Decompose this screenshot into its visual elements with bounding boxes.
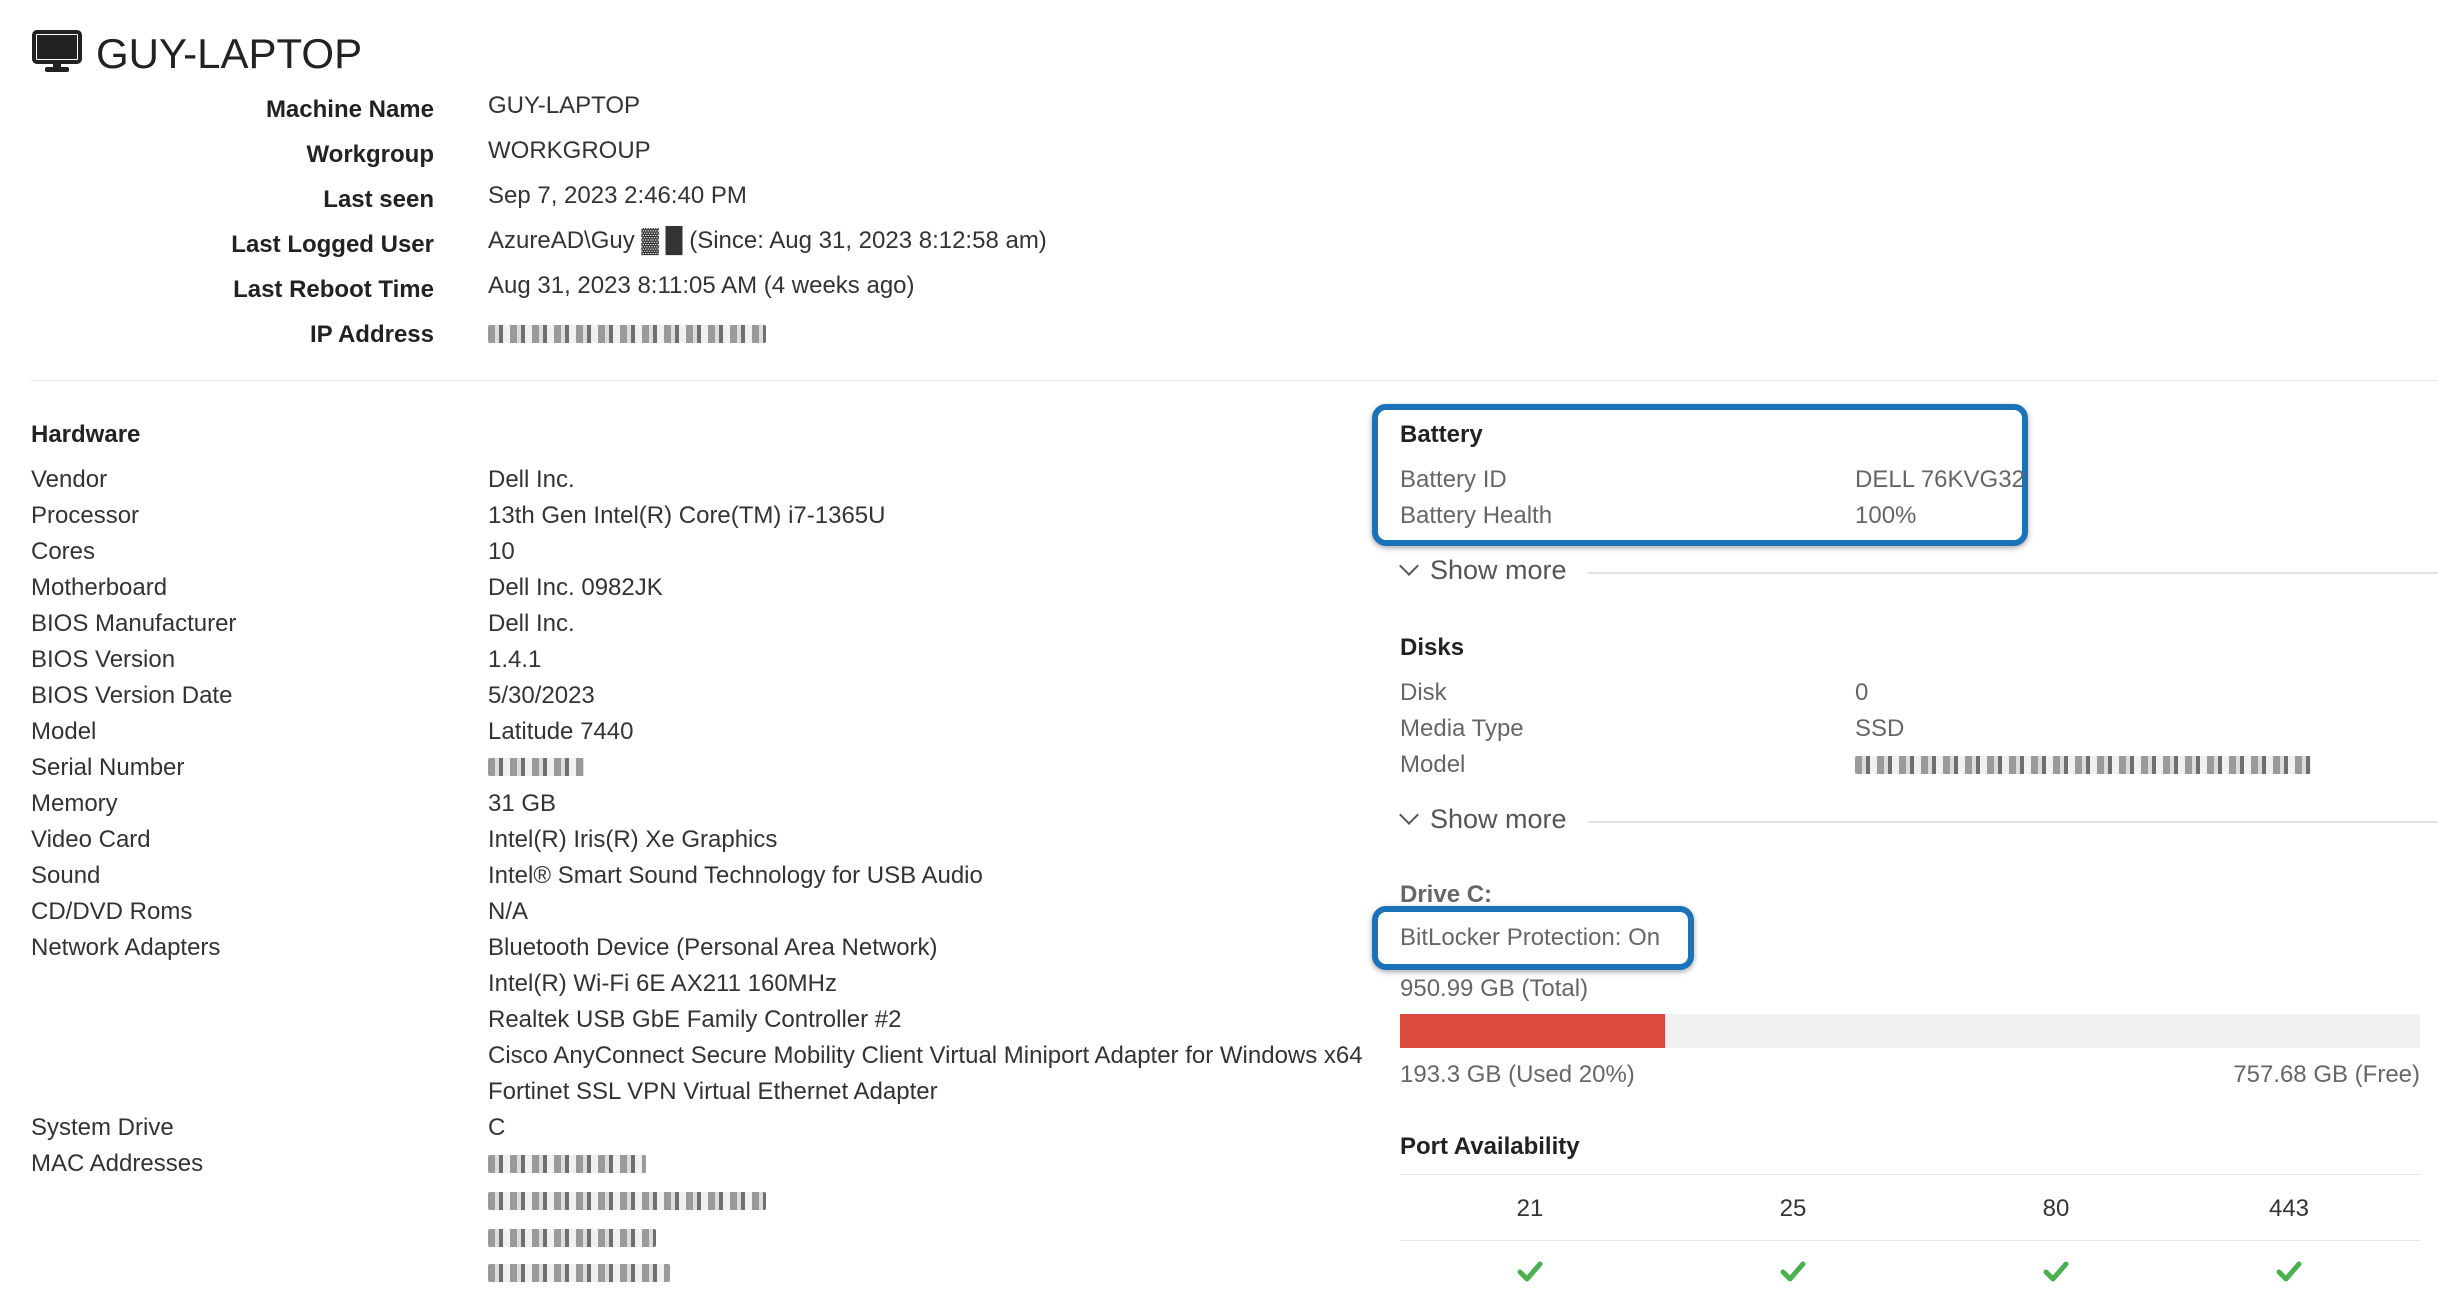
cd-dvd-label: CD/DVD Roms: [31, 898, 193, 925]
last-seen-value: Sep 7, 2023 2:46:40 PM: [488, 182, 747, 209]
processor-label: Processor: [31, 502, 140, 529]
port-25-label: 25: [1779, 1195, 1807, 1222]
sound-label: Sound: [31, 862, 101, 889]
port-availability-title: Port Availability: [1400, 1133, 1580, 1160]
monitor-icon: [32, 30, 82, 72]
check-icon: [1780, 1261, 1806, 1282]
mac-address-redacted: [488, 1264, 670, 1282]
bios-manufacturer-label: BIOS Manufacturer: [31, 610, 237, 637]
show-more-divider: [1588, 821, 2438, 823]
port-80-label: 80: [2042, 1195, 2070, 1222]
show-more-divider: [1588, 572, 2438, 574]
machine-name-value: GUY-LAPTOP: [488, 92, 641, 119]
last-logged-user-value: AzureAD\Guy ▓ █ (Since: Aug 31, 2023 8:1…: [488, 227, 1047, 254]
memory-value: 31 GB: [488, 790, 557, 817]
drive-title: Drive C:: [1400, 881, 1493, 908]
battery-health-value: 100%: [1855, 502, 1917, 529]
hardware-title: Hardware: [31, 421, 141, 448]
serial-number-label: Serial Number: [31, 754, 185, 781]
video-card-label: Video Card: [31, 826, 151, 853]
disk-model-redacted: [1855, 756, 2311, 774]
chevron-down-icon: [1399, 805, 1419, 825]
port-divider: [1400, 1240, 2420, 1241]
cores-label: Cores: [31, 538, 96, 565]
motherboard-label: Motherboard: [31, 574, 168, 601]
mac-address-redacted: [488, 1192, 766, 1210]
port-divider: [1400, 1174, 2420, 1175]
network-adapter-item: Cisco AnyConnect Secure Mobility Client …: [488, 1042, 1363, 1069]
model-label: Model: [31, 718, 97, 745]
battery-show-more-button[interactable]: Show more: [1396, 555, 1567, 586]
chevron-down-icon: [1399, 556, 1419, 576]
mac-address-redacted: [488, 1155, 646, 1173]
bios-version-label: BIOS Version: [31, 646, 176, 673]
last-logged-user-label: Last Logged User: [231, 231, 434, 258]
drive-free: 757.68 GB (Free): [2233, 1061, 2420, 1088]
disk-label: Disk: [1400, 679, 1447, 706]
processor-value: 13th Gen Intel(R) Core(TM) i7-1365U: [488, 502, 886, 529]
mac-addresses-label: MAC Addresses: [31, 1150, 204, 1177]
machine-name-label: Machine Name: [265, 96, 434, 123]
last-reboot-label: Last Reboot Time: [233, 276, 434, 303]
network-adapter-item: Intel(R) Wi-Fi 6E AX211 160MHz: [488, 970, 837, 997]
disk-model-label: Model: [1400, 751, 1466, 778]
last-reboot-value: Aug 31, 2023 8:11:05 AM (4 weeks ago): [488, 272, 915, 299]
memory-label: Memory: [31, 790, 118, 817]
ip-address-redacted: [488, 325, 766, 343]
network-adapter-item: Bluetooth Device (Personal Area Network): [488, 934, 938, 961]
drive-used: 193.3 GB (Used 20%): [1400, 1061, 1635, 1088]
bios-manufacturer-value: Dell Inc.: [488, 610, 575, 637]
battery-health-label: Battery Health: [1400, 502, 1553, 529]
port-21-label: 21: [1516, 1195, 1544, 1222]
media-type-value: SSD: [1855, 715, 1905, 742]
battery-id-label: Battery ID: [1400, 466, 1507, 493]
mac-address-redacted: [488, 1229, 656, 1247]
drive-total: 950.99 GB (Total): [1400, 975, 1589, 1002]
divider: [30, 380, 2438, 381]
disks-title: Disks: [1400, 634, 1465, 661]
system-drive-value: C: [488, 1114, 506, 1141]
cores-value: 10: [488, 538, 515, 565]
ip-address-label: IP Address: [309, 321, 434, 348]
video-card-value: Intel(R) Iris(R) Xe Graphics: [488, 826, 778, 853]
bios-version-date-value: 5/30/2023: [488, 682, 595, 709]
system-drive-label: System Drive: [31, 1114, 174, 1141]
network-adapter-item: Realtek USB GbE Family Controller #2: [488, 1006, 902, 1033]
show-more-label: Show more: [1430, 555, 1567, 585]
bios-version-date-label: BIOS Version Date: [31, 682, 233, 709]
workgroup-value: WORKGROUP: [488, 137, 651, 164]
check-icon: [1517, 1261, 1543, 1282]
network-adapter-item: Fortinet SSL VPN Virtual Ethernet Adapte…: [488, 1078, 938, 1105]
check-icon: [2276, 1261, 2302, 1282]
port-443-label: 443: [2268, 1195, 2310, 1222]
model-value: Latitude 7440: [488, 718, 634, 745]
last-seen-label: Last seen: [323, 186, 434, 213]
battery-id-value: DELL 76KVG32: [1855, 466, 2025, 493]
disks-show-more-button[interactable]: Show more: [1396, 804, 1567, 835]
workgroup-label: Workgroup: [306, 141, 434, 168]
motherboard-value: Dell Inc. 0982JK: [488, 574, 663, 601]
show-more-label: Show more: [1430, 804, 1567, 834]
media-type-label: Media Type: [1400, 715, 1524, 742]
disk-value: 0: [1855, 679, 1869, 706]
bios-version-value: 1.4.1: [488, 646, 542, 673]
drive-usage-fill: [1400, 1014, 1665, 1048]
cd-dvd-value: N/A: [488, 898, 529, 925]
sound-value: Intel® Smart Sound Technology for USB Au…: [488, 862, 983, 889]
serial-number-redacted: [488, 758, 584, 776]
vendor-value: Dell Inc.: [488, 466, 575, 493]
battery-title: Battery: [1400, 421, 1483, 448]
check-icon: [2043, 1261, 2069, 1282]
network-adapters-label: Network Adapters: [31, 934, 221, 961]
bitlocker-status: BitLocker Protection: On: [1400, 924, 1661, 951]
page-title: GUY-LAPTOP: [96, 30, 363, 77]
vendor-label: Vendor: [31, 466, 108, 493]
